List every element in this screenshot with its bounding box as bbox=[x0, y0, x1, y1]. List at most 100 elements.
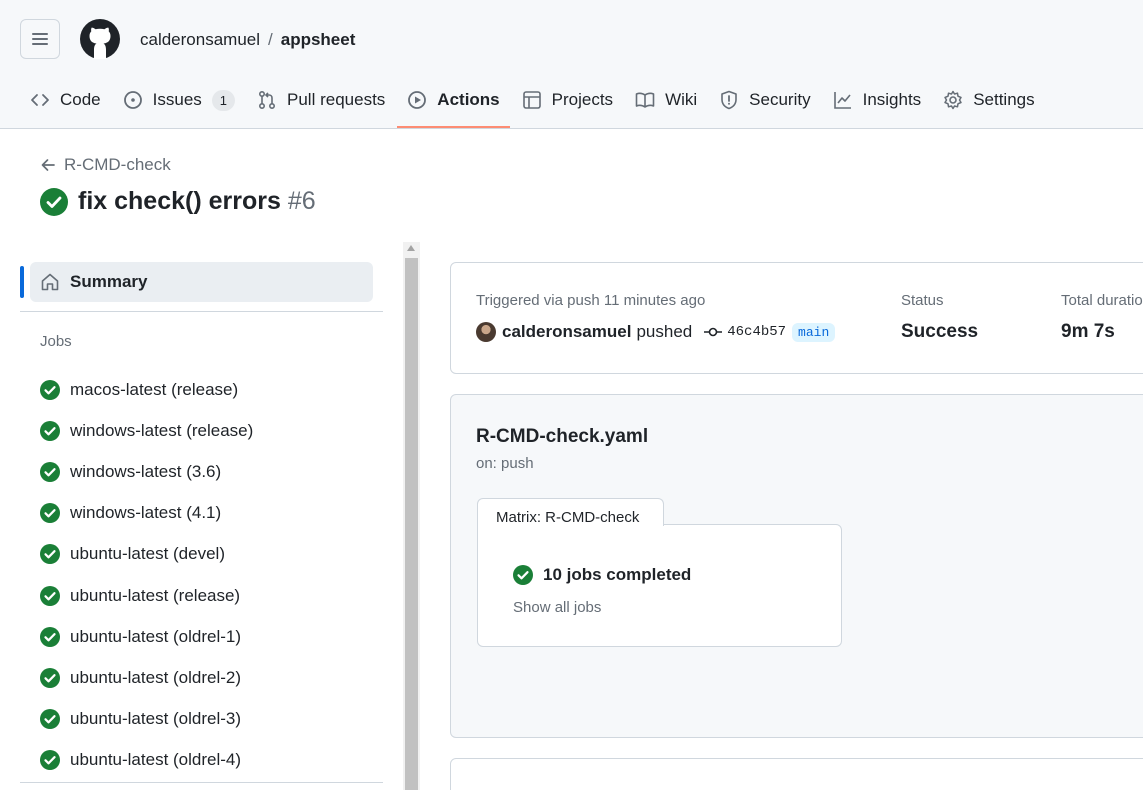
summary-label: Summary bbox=[70, 272, 148, 291]
tab-security[interactable]: Security bbox=[709, 78, 820, 122]
check-circle-icon bbox=[40, 626, 60, 647]
commit-link[interactable]: 46c4b57 bbox=[704, 324, 786, 340]
sidebar-job-item[interactable]: windows-latest (3.6) bbox=[40, 451, 253, 492]
check-circle-icon bbox=[40, 461, 60, 482]
show-all-jobs-link[interactable]: Show all jobs bbox=[513, 599, 601, 616]
sidebar-job-item[interactable]: macos-latest (release) bbox=[40, 369, 253, 410]
tab-insights[interactable]: Insights bbox=[823, 78, 932, 122]
tab-wiki[interactable]: Wiki bbox=[625, 78, 707, 122]
sidebar-job-item[interactable]: ubuntu-latest (release) bbox=[40, 575, 253, 616]
tab-code[interactable]: Code bbox=[20, 78, 111, 122]
repo-header: calderonsamuel / appsheet Code Issues 1 Pu… bbox=[0, 0, 1143, 129]
tab-label: Projects bbox=[551, 90, 614, 109]
sidebar-divider bbox=[20, 782, 383, 783]
home-icon bbox=[41, 273, 59, 291]
job-name: ubuntu-latest (oldrel-1) bbox=[70, 626, 242, 646]
avatar[interactable] bbox=[476, 322, 496, 342]
status-value: Success bbox=[901, 321, 979, 342]
matrix-jobs-box[interactable]: 10 jobs completed Show all jobs bbox=[477, 524, 842, 647]
check-circle-icon bbox=[40, 544, 60, 565]
back-link-label: R-CMD-check bbox=[64, 155, 171, 174]
repo-nav-tabs: Code Issues 1 Pull requests Actions Proj… bbox=[20, 78, 1047, 128]
tab-label: Code bbox=[60, 90, 101, 109]
sidebar-job-item[interactable]: ubuntu-latest (oldrel-4) bbox=[40, 740, 253, 781]
check-circle-icon bbox=[40, 503, 60, 524]
status-label: Status bbox=[901, 292, 944, 309]
sidebar-job-item[interactable]: ubuntu-latest (oldrel-1) bbox=[40, 616, 253, 657]
run-number: #6 bbox=[287, 187, 316, 215]
check-circle-icon bbox=[40, 667, 60, 688]
gear-icon bbox=[943, 90, 963, 110]
graph-icon bbox=[833, 90, 853, 110]
tab-issues[interactable]: Issues 1 bbox=[113, 78, 245, 122]
scroll-up-arrow-icon[interactable] bbox=[407, 245, 415, 251]
tab-label: Settings bbox=[973, 90, 1035, 109]
check-circle-icon bbox=[40, 750, 60, 771]
sidebar-job-item[interactable]: windows-latest (4.1) bbox=[40, 493, 253, 534]
tab-label: Actions bbox=[437, 90, 500, 109]
check-circle-icon bbox=[40, 187, 68, 216]
sidebar-job-item[interactable]: ubuntu-latest (devel) bbox=[40, 534, 253, 575]
run-title-text: fix check() errors bbox=[78, 187, 281, 215]
tab-label: Insights bbox=[862, 90, 922, 109]
tab-projects[interactable]: Projects bbox=[512, 78, 623, 122]
branch-badge[interactable]: main bbox=[792, 322, 836, 342]
job-name: macos-latest (release) bbox=[70, 379, 239, 399]
sidebar-job-item[interactable]: ubuntu-latest (oldrel-3) bbox=[40, 699, 253, 740]
active-indicator bbox=[20, 266, 24, 298]
workflow-graph-card: R-CMD-check.yaml on: push Matrix: R-CMD-… bbox=[450, 394, 1143, 738]
table-icon bbox=[522, 90, 542, 110]
job-name: windows-latest (4.1) bbox=[70, 503, 222, 523]
repo-owner-link[interactable]: calderonsamuel bbox=[140, 30, 260, 49]
duration-label: Total duration bbox=[1061, 292, 1143, 309]
scrollbar-thumb[interactable] bbox=[405, 258, 418, 790]
check-circle-icon bbox=[40, 379, 60, 400]
check-circle-icon bbox=[40, 709, 60, 730]
actor-link[interactable]: calderonsamuel bbox=[502, 322, 631, 342]
jobs-list: macos-latest (release) windows-latest (r… bbox=[40, 369, 253, 781]
tab-label: Pull requests bbox=[287, 90, 386, 109]
check-circle-icon bbox=[40, 585, 60, 606]
sidebar-divider bbox=[20, 311, 383, 312]
job-name: ubuntu-latest (oldrel-4) bbox=[70, 750, 242, 770]
job-name: ubuntu-latest (devel) bbox=[70, 544, 225, 564]
sidebar-item-summary[interactable]: Summary bbox=[30, 262, 373, 302]
job-name: ubuntu-latest (oldrel-2) bbox=[70, 667, 242, 687]
repo-name-link[interactable]: appsheet bbox=[281, 30, 356, 49]
next-card bbox=[450, 758, 1143, 790]
pull-request-icon bbox=[257, 90, 277, 110]
tab-label: Security bbox=[749, 90, 811, 109]
jobs-completed-text: 10 jobs completed bbox=[543, 565, 692, 584]
check-circle-icon bbox=[40, 420, 60, 441]
back-to-workflow-link[interactable]: R-CMD-check bbox=[40, 155, 171, 175]
git-commit-icon bbox=[704, 327, 723, 337]
issues-count-badge: 1 bbox=[211, 89, 236, 111]
trigger-text: Triggered via push 11 minutes ago bbox=[476, 292, 706, 309]
shield-icon bbox=[719, 90, 739, 110]
tab-pull-requests[interactable]: Pull requests bbox=[247, 78, 395, 122]
tab-settings[interactable]: Settings bbox=[933, 78, 1044, 122]
commit-sha: 46c4b57 bbox=[727, 324, 787, 340]
github-logo-icon[interactable] bbox=[80, 19, 120, 59]
workflow-file-name: R-CMD-check.yaml bbox=[476, 426, 649, 447]
jobs-heading: Jobs bbox=[40, 333, 72, 350]
hamburger-menu-button[interactable] bbox=[20, 19, 60, 59]
sidebar-job-item[interactable]: ubuntu-latest (oldrel-2) bbox=[40, 657, 253, 698]
issue-icon bbox=[123, 90, 143, 110]
run-summary-card: Triggered via push 11 minutes ago calder… bbox=[450, 262, 1143, 374]
job-name: ubuntu-latest (oldrel-3) bbox=[70, 709, 242, 729]
matrix-tab: Matrix: R-CMD-check bbox=[477, 498, 664, 526]
sidebar-job-item[interactable]: windows-latest (release) bbox=[40, 410, 253, 451]
tab-label: Issues bbox=[152, 90, 202, 109]
repo-breadcrumb: calderonsamuel / appsheet bbox=[140, 30, 355, 50]
duration-value: 9m 7s bbox=[1061, 321, 1115, 342]
arrow-left-icon bbox=[41, 159, 55, 171]
page-title: fix check() errors #6 bbox=[40, 187, 316, 216]
tab-label: Wiki bbox=[665, 90, 698, 109]
jobs-completed-row: 10 jobs completed bbox=[513, 565, 691, 585]
check-circle-icon bbox=[513, 565, 533, 585]
action-text: pushed bbox=[636, 322, 693, 341]
job-name: windows-latest (3.6) bbox=[70, 461, 222, 481]
tab-actions[interactable]: Actions bbox=[397, 78, 510, 128]
job-name: ubuntu-latest (release) bbox=[70, 585, 241, 605]
